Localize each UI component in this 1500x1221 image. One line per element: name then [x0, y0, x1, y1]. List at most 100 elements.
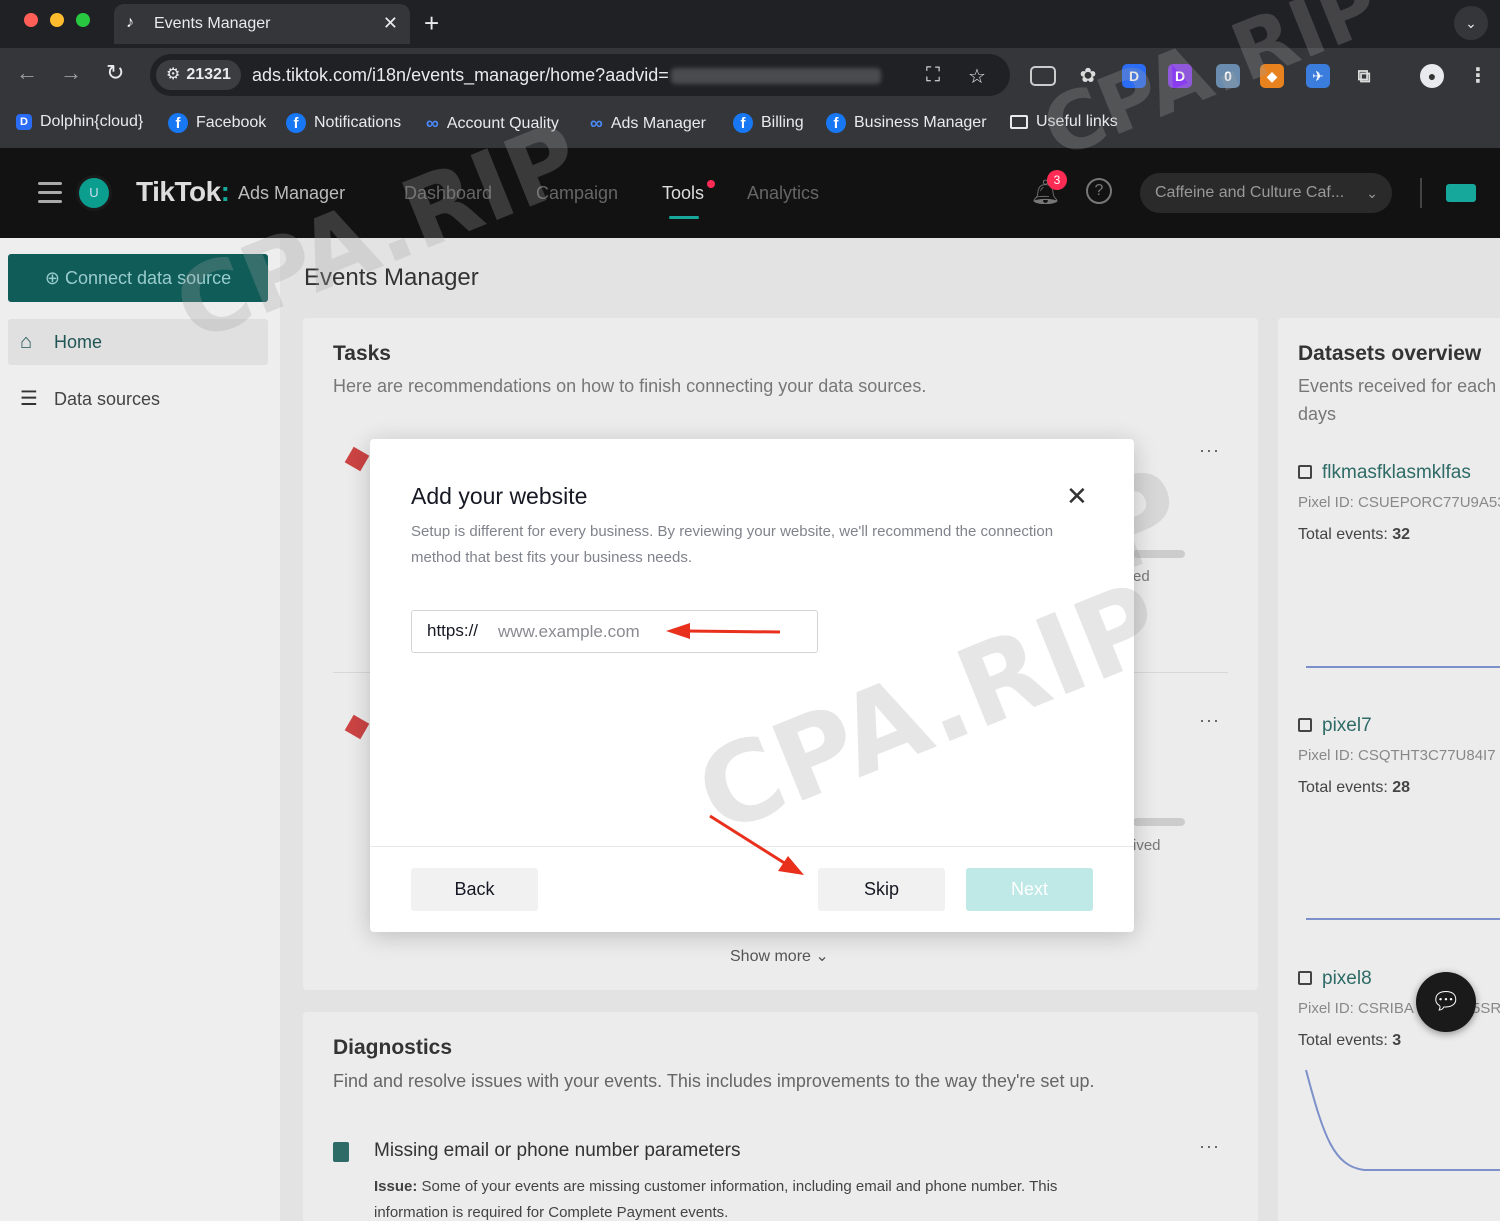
connect-data-source-button[interactable]: ⊕ Connect data source [8, 254, 268, 302]
reload-icon[interactable]: ↻ [106, 60, 124, 86]
facebook-icon: f [826, 113, 846, 133]
bookmark-dolphin[interactable]: D Dolphin{cloud} [16, 113, 143, 131]
dataset-name[interactable]: pixel7 [1298, 715, 1372, 737]
forward-arrow-icon[interactable]: → [60, 60, 82, 86]
dataset-pixel-id: Pixel ID: CSQTHT3C77U84I7 [1298, 747, 1496, 764]
help-icon[interactable]: ? [1086, 178, 1112, 204]
close-icon[interactable]: ✕ [1066, 483, 1088, 509]
datasets-subtitle: Events received for each [1298, 376, 1497, 396]
skip-button[interactable]: Skip [818, 868, 945, 911]
dolphin-extension-icon[interactable]: D [1122, 64, 1146, 88]
new-tab-icon[interactable]: + [424, 8, 439, 39]
address-bar[interactable]: ⚙ 21321 ads.tiktok.com/i18n/events_manage… [150, 54, 1010, 96]
hamburger-menu-icon[interactable] [38, 182, 62, 204]
dataset-sparkline [1306, 666, 1500, 668]
nav-dashboard[interactable]: Dashboard [404, 183, 492, 204]
store-icon[interactable] [1446, 184, 1476, 202]
window-zoom-button[interactable] [76, 13, 90, 27]
dataset-icon [1298, 971, 1312, 985]
nav-tools[interactable]: Tools [662, 183, 704, 204]
dataset-name[interactable]: flkmasfklasmklfas [1298, 462, 1471, 484]
site-info-chip[interactable]: ⚙ 21321 [156, 60, 241, 90]
window-close-button[interactable] [24, 13, 38, 27]
chevron-down-icon: ⌄ [815, 948, 829, 965]
account-selector[interactable]: Caffeine and Culture Caf... ⌄ [1140, 173, 1392, 213]
meta-icon: ∞ [590, 113, 603, 133]
browser-menu-icon[interactable]: ⋮ [1466, 64, 1490, 88]
task-more-icon[interactable]: ··· [1199, 440, 1220, 461]
back-button[interactable]: Back [411, 868, 538, 911]
issue-label: Issue: [374, 1178, 418, 1195]
nav-campaign[interactable]: Campaign [536, 183, 618, 204]
total-label: Total events: [1298, 1032, 1388, 1049]
bookmark-business-manager[interactable]: f Business Manager [826, 113, 987, 133]
show-more-link[interactable]: Show more ⌄ [730, 946, 829, 966]
task-status-fragment: ed [1133, 568, 1150, 585]
brand-product: Ads Manager [238, 183, 346, 203]
camera-extension-icon[interactable] [1030, 66, 1056, 86]
counter-extension-icon[interactable]: 0 [1216, 64, 1240, 88]
bookmark-notifications[interactable]: f Notifications [286, 113, 401, 133]
bookmark-label: Account Quality [446, 114, 559, 132]
profile-avatar-icon[interactable]: ● [1420, 64, 1444, 88]
folder-icon [1010, 115, 1028, 129]
cookie-extension-icon[interactable]: ✿ [1076, 64, 1100, 88]
tab-search-icon[interactable]: ⌄ [1454, 6, 1488, 40]
dolphin-icon: D [16, 114, 32, 130]
chat-support-icon[interactable]: 💬︎ [1416, 972, 1476, 1032]
task-progress-bar [1133, 818, 1185, 826]
sidebar-item-data-sources[interactable]: ☰ Data sources [8, 376, 268, 422]
website-url-field[interactable]: https:// [411, 610, 818, 653]
user-avatar[interactable]: U [76, 175, 112, 211]
bookmark-label: Useful links [1036, 113, 1118, 130]
task-progress-bar [1133, 550, 1185, 558]
back-arrow-icon[interactable]: ← [16, 60, 38, 86]
tab-close-icon[interactable]: ✕ [383, 13, 398, 34]
facebook-icon: f [733, 113, 753, 133]
bookmark-useful-links[interactable]: Useful links [1010, 113, 1118, 131]
bookmarks-bar: D Dolphin{cloud} f Facebook f Notifications… [0, 102, 1500, 148]
browser-tab[interactable]: ♪ Events Manager ✕ [114, 4, 410, 44]
total-count: 28 [1392, 779, 1411, 796]
bookmark-label: Ads Manager [610, 114, 707, 132]
nav-analytics[interactable]: Analytics [747, 183, 819, 204]
browser-tab-bar: ♪ Events Manager ✕ + ⌄ [0, 0, 1500, 48]
home-icon: ⌂ [20, 331, 33, 353]
modal-description: Setup is different for every business. B… [411, 523, 1054, 566]
dataset-sparkline [1305, 1069, 1500, 1171]
task-more-icon[interactable]: ··· [1199, 710, 1220, 731]
website-url-input[interactable] [498, 617, 798, 647]
dataset-sparkline [1306, 918, 1500, 920]
metamask-extension-icon[interactable]: ◆ [1260, 64, 1284, 88]
sidebar-item-home[interactable]: ⌂ Home [8, 319, 268, 365]
bookmark-account-quality[interactable]: ∞ Account Quality [426, 113, 559, 134]
bookmark-label: Business Manager [854, 114, 987, 131]
bookmark-facebook[interactable]: f Facebook [168, 113, 266, 133]
window-minimize-button[interactable] [50, 13, 64, 27]
translate-icon[interactable]: ⛶ [926, 64, 940, 87]
dataset-name-label: flkmasfklasmklfas [1322, 462, 1471, 483]
issue-more-icon[interactable]: ··· [1199, 1136, 1220, 1157]
dataset-name[interactable]: pixel8 [1298, 968, 1372, 990]
tiktok-logo: TikTok: [136, 176, 230, 207]
purple-extension-icon[interactable]: D [1168, 64, 1192, 88]
modal-title: Add your website [411, 483, 588, 509]
meta-icon: ∞ [426, 113, 439, 133]
issue-icon [333, 1142, 349, 1162]
header-divider [1420, 178, 1422, 208]
bookmark-star-icon[interactable]: ☆ [968, 64, 986, 89]
sidebar-item-label: Home [54, 332, 103, 352]
extensions-puzzle-icon[interactable]: ⧉ [1352, 64, 1376, 88]
dataset-pixel-id: Pixel ID: CSRIBA [1298, 1000, 1414, 1017]
bookmark-label: Notifications [314, 114, 402, 131]
diagnostics-title: Diagnostics [333, 1036, 453, 1059]
map-extension-icon[interactable]: ✈ [1306, 64, 1330, 88]
next-button[interactable]: Next [966, 868, 1093, 911]
bookmark-ads-manager[interactable]: ∞ Ads Manager [590, 113, 706, 134]
modal-footer-divider [370, 846, 1134, 847]
show-more-label: Show more [730, 948, 811, 965]
bookmark-label: Dolphin{cloud} [40, 113, 144, 130]
issue-description: Issue: Some of your events are missing c… [374, 1174, 1114, 1221]
bookmark-billing[interactable]: f Billing [733, 113, 804, 133]
datasets-title: Datasets overview [1298, 342, 1482, 365]
